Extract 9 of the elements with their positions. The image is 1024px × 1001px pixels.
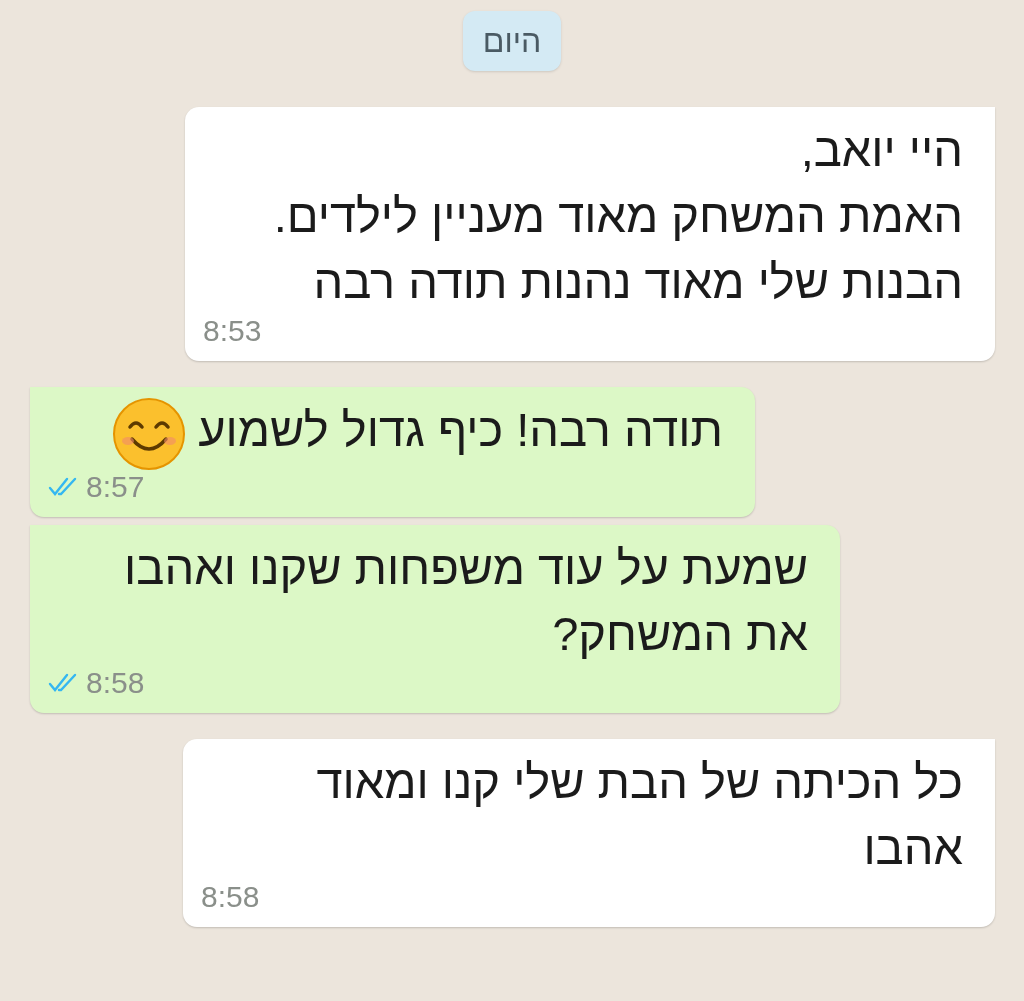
smiling-face-icon [112, 397, 187, 471]
message-time: 8:57 [86, 469, 145, 505]
message-time: 8:58 [86, 665, 145, 701]
message-text: כל הכיתה של הבת שלי קנו ומאוד אהבו [316, 755, 963, 874]
message-text: היי יואב, האמת המשחק מאוד מעניין לילדים. הבנות שלי מאוד נהנות תודה רבה [273, 123, 963, 308]
message-time: 8:58 [201, 879, 260, 915]
message-text: תודה רבה! כיף גדול לשמוע [198, 403, 723, 457]
message-text: שמעת על עוד משפחות שקנו ואהבו את המשחק? [124, 541, 808, 660]
message-time: 8:53 [203, 313, 262, 349]
